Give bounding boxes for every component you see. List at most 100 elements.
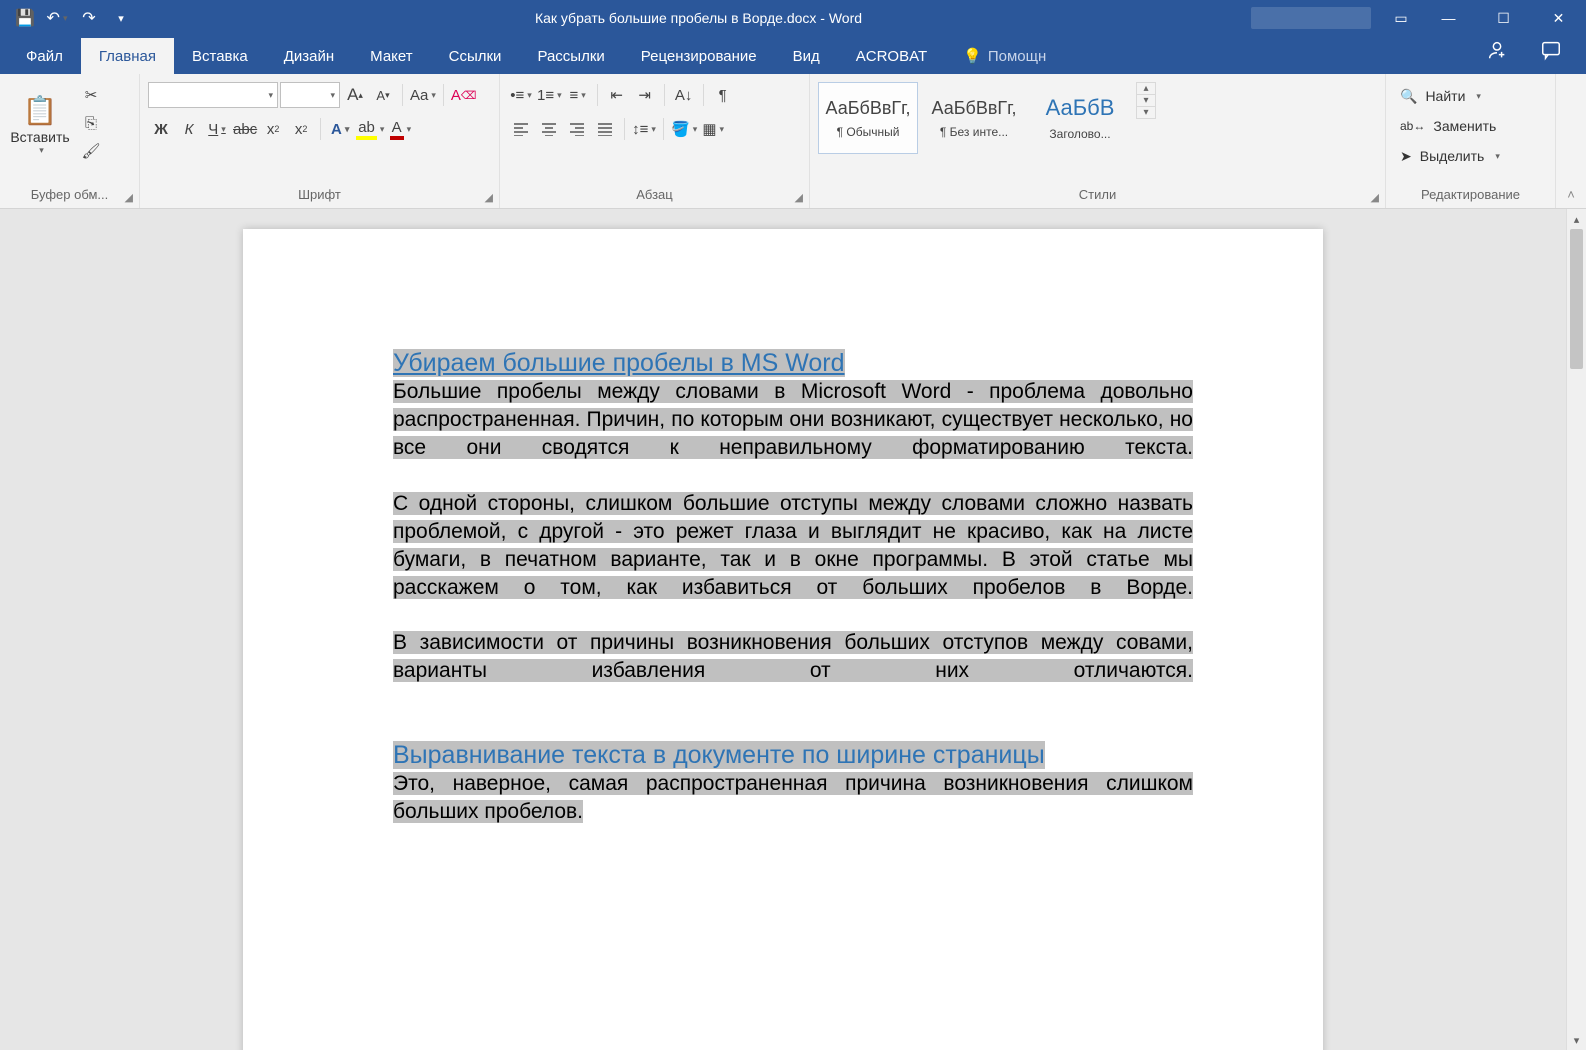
replace-button[interactable]: ab↔ Заменить xyxy=(1394,112,1502,140)
dialog-launcher-icon[interactable]: ◢ xyxy=(485,191,493,204)
dialog-launcher-icon[interactable]: ◢ xyxy=(795,191,803,204)
align-right-icon[interactable] xyxy=(564,116,590,142)
change-case-icon[interactable]: Aa▾ xyxy=(409,82,437,108)
document-page[interactable]: Убираем большие пробелы в MS Word Больши… xyxy=(243,229,1323,1050)
collapse-ribbon-icon[interactable]: ˄ xyxy=(1556,74,1586,208)
tell-me-field[interactable]: 💡 Помощн xyxy=(945,37,1064,74)
show-marks-icon[interactable]: ¶ xyxy=(710,82,736,108)
group-editing: 🔍 Найти ▾ ab↔ Заменить ➤ Выделить ▾ Реда… xyxy=(1386,74,1556,208)
styles-scroll-up-icon[interactable]: ▴ xyxy=(1137,83,1155,95)
numbering-icon[interactable]: 1≡▾ xyxy=(536,82,563,108)
ribbon: 📋 Вставить ▾ ✂ ⎘ 🖌 Буфер обм... ◢ ▾ ▾ A▴… xyxy=(0,74,1586,209)
save-icon[interactable]: 💾 xyxy=(10,3,40,33)
tab-mailings[interactable]: Рассылки xyxy=(519,38,622,74)
select-label: Выделить xyxy=(1420,148,1485,164)
tab-view[interactable]: Вид xyxy=(775,38,838,74)
group-styles: АаБбВвГг, ¶ Обычный АаБбВвГг, ¶ Без инте… xyxy=(810,74,1386,208)
italic-button[interactable]: К xyxy=(176,116,202,142)
sort-icon[interactable]: A↓ xyxy=(671,82,697,108)
font-color-icon[interactable]: A▾ xyxy=(387,116,413,142)
copy-icon[interactable]: ⎘ xyxy=(78,110,104,136)
font-name-combo[interactable]: ▾ xyxy=(148,82,278,108)
shrink-font-icon[interactable]: A▾ xyxy=(370,82,396,108)
tab-file[interactable]: Файл xyxy=(8,38,81,74)
minimize-icon[interactable]: — xyxy=(1421,0,1476,36)
styles-scroll-down-icon[interactable]: ▾ xyxy=(1137,95,1155,107)
bullets-icon[interactable]: •≡▾ xyxy=(508,82,534,108)
share-icon[interactable] xyxy=(1470,31,1524,74)
superscript-button[interactable]: x2 xyxy=(288,116,314,142)
doc-paragraph-4[interactable]: Это, наверное, самая распространенная пр… xyxy=(393,772,1193,823)
bold-button[interactable]: Ж xyxy=(148,116,174,142)
account-badge[interactable] xyxy=(1251,7,1371,29)
style-preview: АаБбВ xyxy=(1046,95,1115,121)
ribbon-display-icon[interactable]: ▭ xyxy=(1381,0,1421,36)
style-name: ¶ Без инте... xyxy=(940,125,1008,139)
style-name: ¶ Обычный xyxy=(837,125,900,139)
group-label-clipboard: Буфер обм... ◢ xyxy=(8,185,131,206)
doc-paragraph-3[interactable]: В зависимости от причины возникновения б… xyxy=(393,631,1193,682)
comments-icon[interactable] xyxy=(1524,31,1578,74)
doc-heading-2[interactable]: Выравнивание текста в документе по ширин… xyxy=(393,741,1045,769)
replace-label: Заменить xyxy=(1433,118,1496,134)
shading-icon[interactable]: 🪣▾ xyxy=(670,116,698,142)
scroll-up-icon[interactable]: ▴ xyxy=(1567,209,1586,229)
multilevel-list-icon[interactable]: ≡▾ xyxy=(565,82,591,108)
doc-paragraph-2[interactable]: С одной стороны, слишком большие отступы… xyxy=(393,492,1193,599)
clear-formatting-icon[interactable]: A⌫ xyxy=(450,82,478,108)
text-effects-icon[interactable]: A▾ xyxy=(327,116,353,142)
underline-button[interactable]: Ч▾ xyxy=(204,116,230,142)
cursor-icon: ➤ xyxy=(1400,148,1412,165)
doc-paragraph-1[interactable]: Большие пробелы между словами в Microsof… xyxy=(393,380,1193,459)
borders-icon[interactable]: ▦▾ xyxy=(700,116,726,142)
vertical-scrollbar[interactable]: ▴ ▾ xyxy=(1566,209,1586,1050)
style-name: Заголово... xyxy=(1049,127,1110,141)
align-center-icon[interactable] xyxy=(536,116,562,142)
cut-icon[interactable]: ✂ xyxy=(78,82,104,108)
increase-indent-icon[interactable]: ⇥ xyxy=(632,82,658,108)
redo-icon[interactable]: ↷ xyxy=(74,3,104,33)
tab-references[interactable]: Ссылки xyxy=(431,38,520,74)
scroll-down-icon[interactable]: ▾ xyxy=(1567,1030,1586,1050)
qat-customize-icon[interactable]: ▾ xyxy=(106,3,136,33)
subscript-button[interactable]: x2 xyxy=(260,116,286,142)
style-no-spacing[interactable]: АаБбВвГг, ¶ Без инте... xyxy=(924,82,1024,154)
tab-home[interactable]: Главная xyxy=(81,38,174,74)
scroll-thumb[interactable] xyxy=(1570,229,1583,369)
format-painter-icon[interactable]: 🖌 xyxy=(78,138,104,164)
group-label-font: Шрифт ◢ xyxy=(148,185,491,206)
paste-button[interactable]: 📋 Вставить ▾ xyxy=(8,78,72,170)
clipboard-icon: 📋 xyxy=(22,93,58,129)
ribbon-tabs: Файл Главная Вставка Дизайн Макет Ссылки… xyxy=(0,36,1586,74)
style-normal[interactable]: АаБбВвГг, ¶ Обычный xyxy=(818,82,918,154)
style-preview: АаБбВвГг, xyxy=(825,98,910,119)
group-label-styles: Стили ◢ xyxy=(818,185,1377,206)
page-scroll-area[interactable]: Убираем большие пробелы в MS Word Больши… xyxy=(0,209,1566,1050)
tab-review[interactable]: Рецензирование xyxy=(623,38,775,74)
styles-expand-icon[interactable]: ▾ xyxy=(1137,107,1155,118)
doc-heading-1[interactable]: Убираем большие пробелы в MS Word xyxy=(393,349,845,377)
font-size-combo[interactable]: ▾ xyxy=(280,82,340,108)
quick-access-toolbar: 💾 ↶▾ ↷ ▾ xyxy=(0,3,146,33)
find-button[interactable]: 🔍 Найти ▾ xyxy=(1394,82,1487,110)
style-heading1[interactable]: АаБбВ Заголово... xyxy=(1030,82,1130,154)
align-left-icon[interactable] xyxy=(508,116,534,142)
tab-design[interactable]: Дизайн xyxy=(266,38,352,74)
strikethrough-button[interactable]: abc xyxy=(232,116,258,142)
paste-label: Вставить xyxy=(10,129,69,145)
tab-layout[interactable]: Макет xyxy=(352,38,430,74)
dialog-launcher-icon[interactable]: ◢ xyxy=(1371,191,1379,204)
select-button[interactable]: ➤ Выделить ▾ xyxy=(1394,142,1506,170)
search-icon: 🔍 xyxy=(1400,88,1417,105)
justify-icon[interactable] xyxy=(592,116,618,142)
line-spacing-icon[interactable]: ↕≡▾ xyxy=(631,116,657,142)
grow-font-icon[interactable]: A▴ xyxy=(342,82,368,108)
titlebar: 💾 ↶▾ ↷ ▾ Как убрать большие пробелы в Во… xyxy=(0,0,1586,36)
undo-icon[interactable]: ↶▾ xyxy=(42,3,72,33)
tab-acrobat[interactable]: ACROBAT xyxy=(838,38,945,74)
decrease-indent-icon[interactable]: ⇤ xyxy=(604,82,630,108)
highlight-icon[interactable]: ab▾ xyxy=(355,116,385,142)
dialog-launcher-icon[interactable]: ◢ xyxy=(125,191,133,204)
tab-insert[interactable]: Вставка xyxy=(174,38,266,74)
group-font: ▾ ▾ A▴ A▾ Aa▾ A⌫ Ж К Ч▾ abc x2 x2 A▾ ab▾… xyxy=(140,74,500,208)
